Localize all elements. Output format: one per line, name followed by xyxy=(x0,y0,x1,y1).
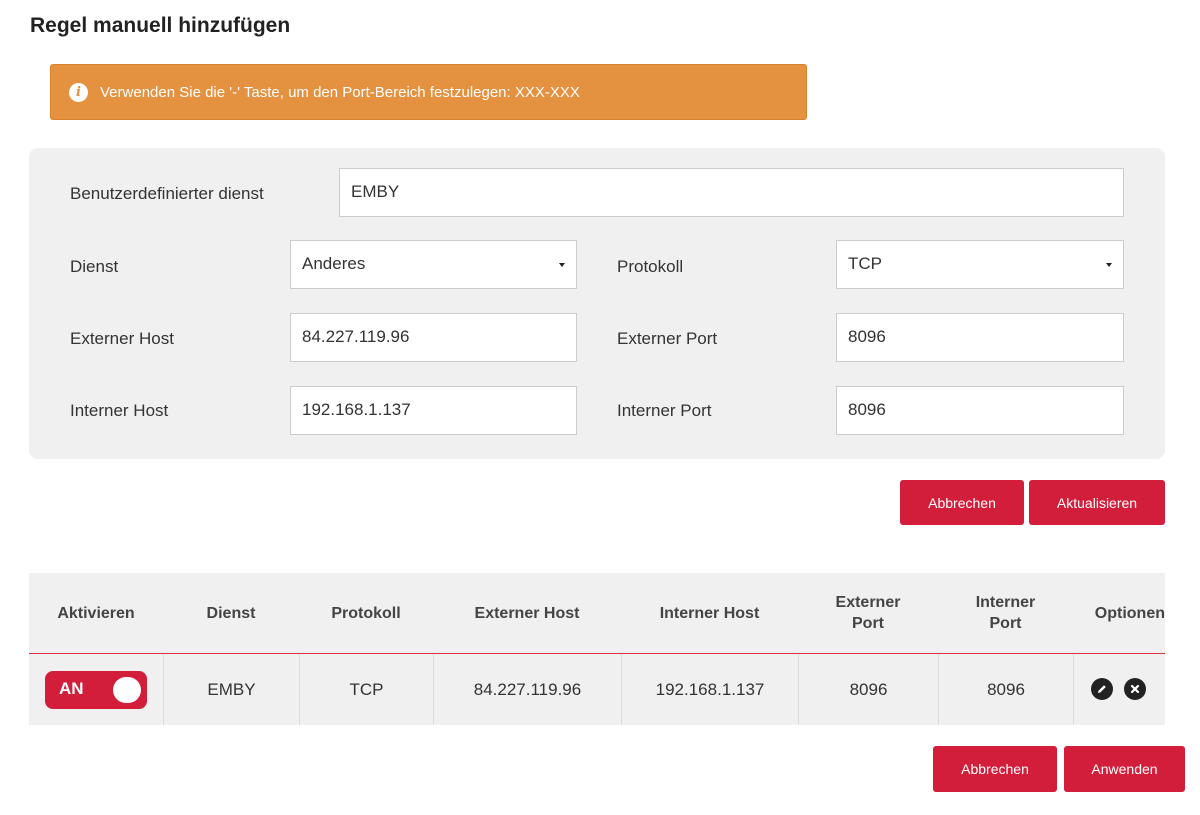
header-internal-port-line2: Port xyxy=(989,615,1022,632)
rule-form: Benutzerdefinierter dienst EMBY Dienst A… xyxy=(29,148,1165,459)
info-icon: i xyxy=(69,82,88,102)
cell-protocol: TCP xyxy=(299,654,433,725)
alert-text: Verwenden Sie die '-' Taste, um den Port… xyxy=(100,83,580,101)
header-internal-host: Interner Host xyxy=(659,604,760,622)
edit-icon[interactable] xyxy=(1091,678,1113,700)
delete-icon[interactable] xyxy=(1124,678,1146,700)
external-port-label: Externer Port xyxy=(617,329,718,348)
custom-service-input[interactable]: EMBY xyxy=(339,168,1124,217)
internal-port-input[interactable]: 8096 xyxy=(836,386,1124,435)
apply-button[interactable]: Anwenden xyxy=(1064,746,1185,792)
service-label: Dienst xyxy=(70,257,119,276)
enable-toggle[interactable]: AN xyxy=(45,671,147,709)
external-host-label: Externer Host xyxy=(70,329,174,348)
header-protocol: Protokoll xyxy=(331,604,401,622)
service-select-value: Anderes xyxy=(302,254,366,273)
header-enable: Aktivieren xyxy=(57,604,135,622)
header-options: Optionen xyxy=(1094,604,1165,622)
header-internal-port-line1: Interner xyxy=(975,594,1036,611)
cell-internal-port: 8096 xyxy=(938,654,1073,725)
header-external-host: Externer Host xyxy=(474,604,580,622)
internal-host-label: Interner Host xyxy=(70,401,169,420)
service-select[interactable]: Anderes xyxy=(290,240,577,289)
internal-port-label: Interner Port xyxy=(617,401,712,420)
external-host-input[interactable]: 84.227.119.96 xyxy=(290,313,577,362)
cell-options xyxy=(1073,654,1165,725)
cancel-edit-button[interactable]: Abbrechen xyxy=(900,480,1024,525)
cell-internal-host: 192.168.1.137 xyxy=(621,654,798,725)
header-service: Dienst xyxy=(206,604,256,622)
chevron-down-icon xyxy=(559,263,565,267)
table-header: Aktivieren Dienst Protokoll Externer Hos… xyxy=(29,573,1165,654)
header-external-port: Externer Port xyxy=(798,573,938,653)
internal-host-input[interactable]: 192.168.1.137 xyxy=(290,386,577,435)
header-external-port-line1: Externer xyxy=(835,594,901,611)
chevron-down-icon xyxy=(1106,263,1112,267)
toggle-label: AN xyxy=(59,679,84,698)
cell-external-port: 8096 xyxy=(798,654,938,725)
external-port-input[interactable]: 8096 xyxy=(836,313,1124,362)
cell-external-host: 84.227.119.96 xyxy=(433,654,621,725)
cancel-button[interactable]: Abbrechen xyxy=(933,746,1057,792)
protocol-select-value: TCP xyxy=(848,254,882,273)
info-alert: i Verwenden Sie die '-' Taste, um den Po… xyxy=(50,64,807,120)
cell-enable: AN xyxy=(29,654,163,725)
toggle-knob xyxy=(113,677,141,703)
page-title: Regel manuell hinzufügen xyxy=(30,14,291,37)
custom-service-label: Benutzerdefinierter dienst xyxy=(70,184,264,203)
table-row: AN EMBY TCP 84.227.119.96 192.168.1.137 … xyxy=(29,654,1165,725)
cell-service: EMBY xyxy=(163,654,299,725)
protocol-label: Protokoll xyxy=(617,257,684,276)
update-button[interactable]: Aktualisieren xyxy=(1029,480,1165,525)
protocol-select[interactable]: TCP xyxy=(836,240,1124,289)
header-internal-port: Interner Port xyxy=(938,573,1073,653)
header-external-port-line2: Port xyxy=(852,615,884,632)
